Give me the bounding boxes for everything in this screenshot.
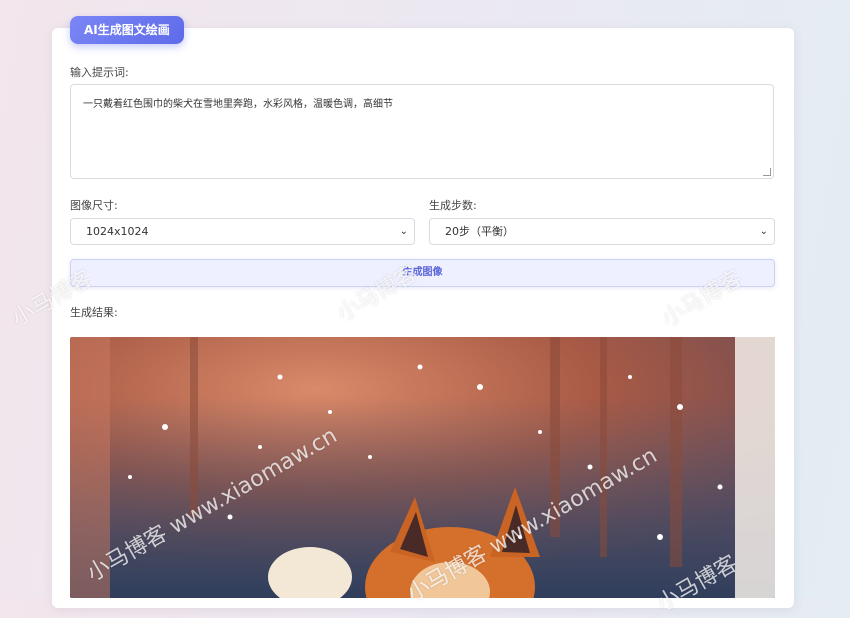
chevron-down-icon: ⌄ bbox=[759, 226, 768, 237]
app-title-badge: AI生成图文绘画 bbox=[70, 16, 184, 44]
size-select-value: 1024x1024 bbox=[86, 225, 149, 238]
size-select[interactable]: 1024x1024 ⌄ bbox=[70, 218, 415, 245]
resize-grip-icon[interactable] bbox=[763, 168, 771, 176]
steps-label: 生成步数: bbox=[429, 199, 477, 212]
prompt-text: 一只戴着红色围巾的柴犬在雪地里奔跑，水彩风格，温暖色调，高细节 bbox=[83, 99, 393, 110]
result-label: 生成结果: bbox=[70, 306, 118, 319]
steps-select[interactable]: 20步（平衡） ⌄ bbox=[429, 218, 775, 245]
steps-select-value: 20步（平衡） bbox=[445, 225, 514, 238]
generate-image-button[interactable]: 生成图像 bbox=[70, 259, 775, 287]
chevron-down-icon: ⌄ bbox=[399, 226, 408, 237]
prompt-label: 输入提示词: bbox=[70, 66, 129, 79]
size-label: 图像尺寸: bbox=[70, 199, 118, 212]
generated-image bbox=[70, 337, 775, 598]
prompt-textarea[interactable]: 一只戴着红色围巾的柴犬在雪地里奔跑，水彩风格，温暖色调，高细节 bbox=[70, 84, 774, 179]
